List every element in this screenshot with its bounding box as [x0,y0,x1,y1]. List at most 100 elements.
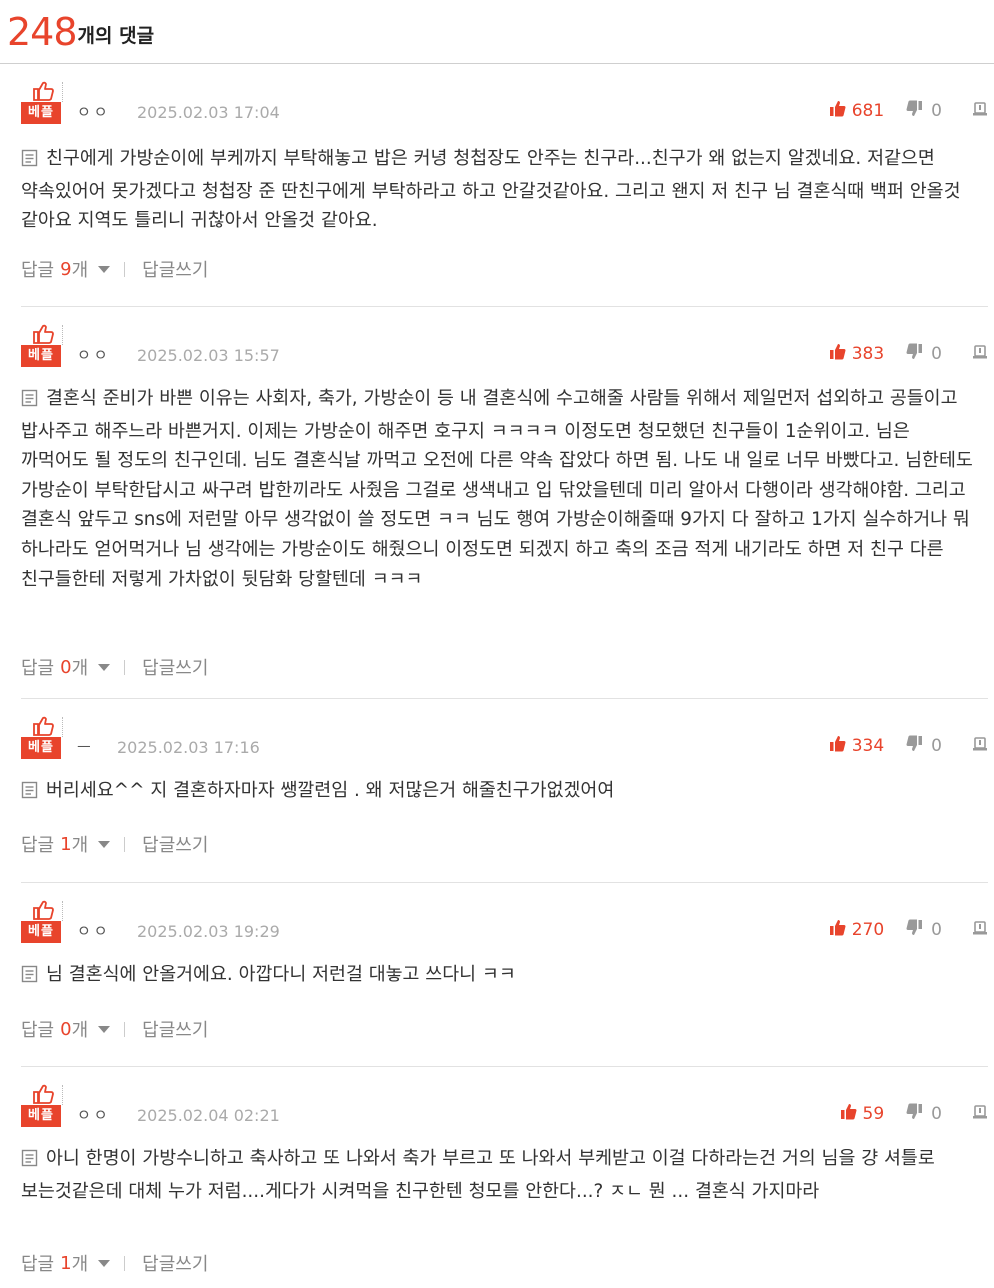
dotted-divider [62,82,63,102]
reply-toggle[interactable]: 답글 1 개 [21,831,111,857]
dotted-divider [62,901,63,921]
footer-divider [124,1021,126,1037]
like-count: 383 [851,344,885,364]
like-button[interactable]: 681 [829,100,884,122]
comment-author[interactable]: ㅇㅇ [77,920,111,941]
comment-body: 친구에게 가방순이에 부케까지 부탁해놓고 밥은 커녕 청첩장도 안주는 친구라… [21,144,974,236]
footer-divider [124,659,126,675]
best-comment-badge: 베플 [21,80,63,124]
like-icon [829,343,846,365]
write-reply-button[interactable]: 답글쓰기 [142,1250,208,1276]
caret-down-icon [98,840,111,848]
comment-count-label: 개의 댓글 [77,25,155,47]
like-count: 59 [862,1104,885,1124]
like-icon [829,100,846,122]
document-icon [21,147,38,177]
reply-label: 답글 [21,658,55,679]
dislike-icon [906,735,923,757]
comment-text: 친구에게 가방순이에 부케까지 부탁해놓고 밥은 커녕 청첩장도 안주는 친구라… [21,148,961,232]
reply-toggle[interactable]: 답글 9 개 [21,256,111,282]
comment-actions: 681 0 [829,100,988,122]
comment-body: 결혼식 준비가 바쁜 이유는 사회자, 축가, 가방순이 등 내 결혼식에 수고… [21,384,974,594]
like-button[interactable]: 270 [829,919,884,941]
reply-count: 1 [60,833,72,855]
dislike-count: 0 [931,1104,942,1124]
comment-date: 2025.02.04 02:21 [137,1106,280,1125]
caret-down-icon [98,265,111,273]
like-icon [829,735,846,757]
comment-footer: 답글 0 개 답글쓰기 [21,1016,208,1042]
best-comment-badge: 베플 [21,1083,63,1127]
like-count: 334 [851,736,885,756]
report-button[interactable] [972,736,988,756]
footer-divider [124,836,126,852]
best-label: 베플 [21,737,61,759]
comment-body: 버리세요^^ 지 결혼하자마자 쌩깔련임 . 왜 저많은거 해줄친구가없겠어여 [21,776,974,809]
comment-item: 베플 ㅡ 2025.02.03 17:16 334 0 버리세요^^ 지 결혼하… [21,699,988,883]
dislike-button[interactable]: 0 [906,343,942,365]
comment-author[interactable]: ㅇㅇ [77,101,111,122]
report-button[interactable] [972,101,988,121]
reply-unit: 개 [71,1020,89,1041]
reply-toggle[interactable]: 답글 0 개 [21,654,111,680]
report-button[interactable] [972,1104,988,1124]
report-icon [972,101,988,121]
report-button[interactable] [972,344,988,364]
comment-actions: 383 0 [829,343,988,365]
caret-down-icon [98,663,111,671]
comment-date: 2025.02.03 17:16 [117,738,260,757]
write-reply-button[interactable]: 답글쓰기 [142,1016,208,1042]
like-icon [829,919,846,941]
like-button[interactable]: 383 [829,343,884,365]
best-comment-badge: 베플 [21,899,63,943]
comment-footer: 답글 1 개 답글쓰기 [21,1250,208,1276]
write-reply-button[interactable]: 답글쓰기 [142,256,208,282]
reply-count: 0 [60,1018,72,1040]
comment-text: 아니 한명이 가방수니하고 축사하고 또 나와서 축가 부르고 또 나와서 부케… [21,1148,935,1202]
like-count: 270 [851,920,885,940]
dislike-icon [906,1103,923,1125]
dotted-divider [62,325,63,345]
dislike-icon [906,919,923,941]
write-reply-button[interactable]: 답글쓰기 [142,654,208,680]
best-label: 베플 [21,102,61,124]
footer-divider [124,1255,126,1271]
caret-down-icon [98,1025,111,1033]
like-icon [840,1103,857,1125]
comment-author[interactable]: ㅇㅇ [77,1104,111,1125]
dislike-button[interactable]: 0 [906,919,942,941]
comment-item: 베플 ㅇㅇ 2025.02.03 19:29 270 0 님 결혼식에 안올거에… [21,883,988,1067]
like-count: 681 [851,101,885,121]
comment-author[interactable]: ㅇㅇ [77,344,111,365]
document-icon [21,963,38,993]
comment-count: 248 [7,10,78,54]
comment-footer: 답글 0 개 답글쓰기 [21,654,208,680]
reply-toggle[interactable]: 답글 1 개 [21,1250,111,1276]
dislike-count: 0 [931,736,942,756]
comments-header: 248 개의 댓글 [0,0,994,64]
reply-label: 답글 [21,835,55,856]
like-button[interactable]: 334 [829,735,884,757]
like-button[interactable]: 59 [840,1103,885,1125]
dislike-count: 0 [931,101,942,121]
footer-divider [124,261,126,277]
dislike-button[interactable]: 0 [906,100,942,122]
comment-body: 님 결혼식에 안올거에요. 아깝다니 저런걸 대놓고 쓰다니 ㅋㅋ [21,960,974,993]
comment-item: 베플 ㅇㅇ 2025.02.03 15:57 383 0 결혼식 준비가 바쁜 … [21,307,988,699]
report-icon [972,344,988,364]
reply-unit: 개 [71,1254,89,1275]
comment-author[interactable]: ㅡ [77,736,94,757]
dislike-button[interactable]: 0 [906,1103,942,1125]
report-button[interactable] [972,920,988,940]
report-icon [972,920,988,940]
comment-actions: 59 0 [840,1103,988,1125]
comment-text: 결혼식 준비가 바쁜 이유는 사회자, 축가, 가방순이 등 내 결혼식에 수고… [21,388,973,590]
dislike-button[interactable]: 0 [906,735,942,757]
comment-body: 아니 한명이 가방수니하고 축사하고 또 나와서 축가 부르고 또 나와서 부케… [21,1144,974,1206]
write-reply-button[interactable]: 답글쓰기 [142,831,208,857]
dislike-count: 0 [931,344,942,364]
reply-count: 0 [60,656,72,678]
document-icon [21,779,38,809]
reply-toggle[interactable]: 답글 0 개 [21,1016,111,1042]
reply-label: 답글 [21,1020,55,1041]
